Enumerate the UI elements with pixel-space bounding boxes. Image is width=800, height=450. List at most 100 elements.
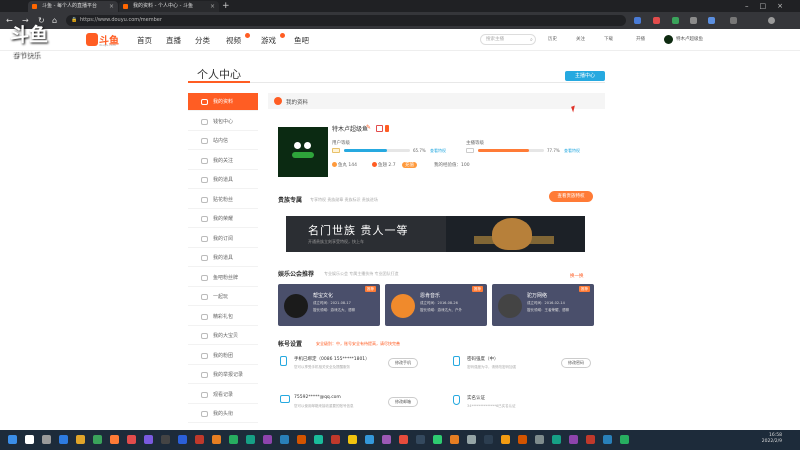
taskbar-app-icon[interactable] [246,435,255,444]
taskbar-app-icon[interactable] [161,435,170,444]
guild-card[interactable]: 帮宝文化 成立时间：2021-08-17 擅长领域：游戏达大、语聊 推荐 [278,284,380,326]
taskbar-app-icon[interactable] [280,435,289,444]
url-input[interactable]: 🔒 https://www.douyu.com/member [66,15,626,26]
sidebar-item[interactable]: 站内信 [188,132,258,150]
taskbar-app-icon[interactable] [59,435,68,444]
browser-tab-home[interactable]: 斗鱼 - 每个人的直播平台 × [28,1,118,12]
taskbar-app-icon[interactable] [416,435,425,444]
taskbar-app-icon[interactable] [212,435,221,444]
nobility-button[interactable]: 查看贵族特权 [549,191,593,202]
extension-icon[interactable] [672,17,679,24]
sidebar-item[interactable]: 我的粉团 [188,347,258,365]
nav-video[interactable]: 视频 [226,35,241,46]
taskbar-app-icon[interactable] [365,435,374,444]
taskbar-app-icon[interactable] [297,435,306,444]
taskbar-app-icon[interactable] [127,435,136,444]
system-clock[interactable]: 16:58 2022/2/9 [762,433,782,445]
taskbar-app-icon[interactable] [178,435,187,444]
nav-yuba[interactable]: 鱼吧 [294,35,309,46]
change-phone-button[interactable]: 修改手机 [388,358,418,368]
taskbar-app-icon[interactable] [603,435,612,444]
new-tab-icon[interactable]: + [222,0,230,12]
sidebar-item[interactable]: 我的道具 [188,171,258,189]
nav-live[interactable]: 直播 [166,35,181,46]
search-icon[interactable]: ⌕ [530,37,533,43]
taskbar-app-icon[interactable] [263,435,272,444]
taskbar-app-icon[interactable] [467,435,476,444]
user-privilege-link[interactable]: 查看特权 [430,148,446,154]
refresh-guilds-link[interactable]: 换一换 [570,273,584,279]
profile-icon[interactable] [768,17,775,24]
sidebar-item[interactable]: 观看记录 [188,386,258,404]
taskbar-app-icon[interactable] [93,435,102,444]
sidebar-item[interactable]: 贴花粉丝 [188,191,258,209]
close-tab-icon[interactable]: × [109,1,114,12]
sidebar-item[interactable]: 我的订阅 [188,230,258,248]
browser-tab-profile[interactable]: 我的资料 - 个人中心 - 斗鱼 × [119,1,219,12]
history-button[interactable]: 历史 [548,36,557,42]
start-menu-icon[interactable] [8,435,17,444]
edit-icon[interactable]: ✎ [366,124,371,131]
taskbar-app-icon[interactable] [620,435,629,444]
taskbar-app-icon[interactable] [552,435,561,444]
guild-card[interactable]: 驼万网络 成立时间：2016-02-14 擅长领域：王者荣耀、语聊 推荐 [492,284,594,326]
nav-home[interactable]: 首页 [137,35,152,46]
download-button[interactable]: 下载 [604,36,613,42]
sidebar-item[interactable]: 我的道具 [188,249,258,267]
anchor-center-button[interactable]: 主播中心 [565,71,605,81]
extension-icon[interactable] [708,17,715,24]
anchor-level-percent: 77.7% [547,148,560,153]
taskbar-app-icon[interactable] [25,435,34,444]
sidebar-item[interactable]: 我的关注 [188,152,258,170]
taskbar-app-icon[interactable] [518,435,527,444]
recharge-button[interactable]: 充值 [402,162,417,168]
change-email-button[interactable]: 修改邮箱 [388,397,418,407]
sidebar-item[interactable]: 钱包中心 [188,113,258,131]
sidebar-item[interactable]: 我的荣耀 [188,210,258,228]
sidebar-item[interactable]: 我的资料 [188,93,258,111]
douyu-logo[interactable]: 斗鱼 douyu.com [86,33,124,47]
nobility-banner[interactable]: 名门世族 贵人一等 开通贵族立刻享受特权，快上车 [286,216,585,252]
extension-icon[interactable] [653,17,660,24]
anchor-privilege-link[interactable]: 查看特权 [564,148,580,154]
avatar[interactable] [664,35,673,44]
taskbar-app-icon[interactable] [433,435,442,444]
taskbar-app-icon[interactable] [501,435,510,444]
search-input[interactable]: 搜索主播 [480,34,536,45]
nav-category[interactable]: 分类 [195,35,210,46]
taskbar-app-icon[interactable] [195,435,204,444]
sidebar-item[interactable]: 我的举报记录 [188,366,258,384]
extension-icon[interactable] [730,17,737,24]
extension-icon[interactable] [634,17,641,24]
taskbar-app-icon[interactable] [399,435,408,444]
guild-card[interactable]: 恩肯音乐 成立时间：2016-08-26 擅长领域：游戏达大、户外 推荐 [385,284,487,326]
taskbar-app-icon[interactable] [450,435,459,444]
taskbar-app-icon[interactable] [144,435,153,444]
taskbar-app-icon[interactable] [76,435,85,444]
sidebar-item[interactable]: 精彩礼包 [188,308,258,326]
nav-game[interactable]: 游戏 [261,35,276,46]
taskbar-app-icon[interactable] [586,435,595,444]
close-tab-icon[interactable]: × [210,1,215,12]
taskbar-app-icon[interactable] [348,435,357,444]
taskbar-app-icon[interactable] [229,435,238,444]
sidebar-item[interactable]: 我的大宝贝 [188,327,258,345]
window-controls[interactable]: –□× [745,0,794,12]
taskbar-app-icon[interactable] [314,435,323,444]
profile-avatar[interactable] [278,127,328,177]
sidebar-item[interactable]: 我的头衔 [188,405,258,423]
taskbar-app-icon[interactable] [331,435,340,444]
taskbar-app-icon[interactable] [382,435,391,444]
taskbar-app-icon[interactable] [484,435,493,444]
change-password-button[interactable]: 修改密码 [561,358,591,368]
extension-icon[interactable] [690,17,697,24]
taskbar-app-icon[interactable] [42,435,51,444]
header-username[interactable]: 特木卢超级鱼 [676,36,703,42]
follow-button[interactable]: 关注 [576,36,585,42]
start-live-button[interactable]: 开播 [636,36,645,42]
sidebar-item[interactable]: 一起玩 [188,288,258,306]
taskbar-app-icon[interactable] [535,435,544,444]
taskbar-app-icon[interactable] [110,435,119,444]
sidebar-item[interactable]: 鱼吧粉丝牌 [188,269,258,287]
taskbar-app-icon[interactable] [569,435,578,444]
